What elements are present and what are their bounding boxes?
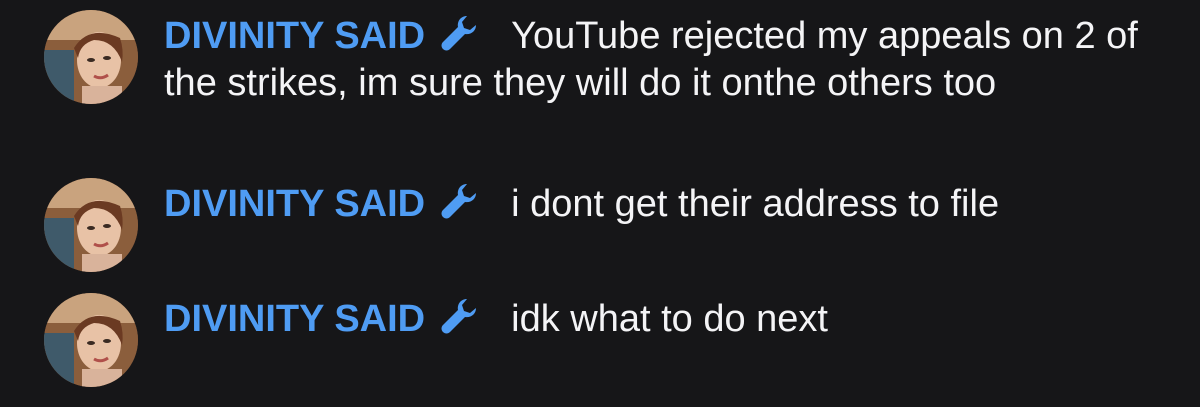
message-author[interactable]: DIVINITY SAID (164, 15, 425, 57)
avatar[interactable] (44, 178, 138, 272)
avatar[interactable] (44, 10, 138, 104)
message-author[interactable]: DIVINITY SAID (164, 298, 425, 340)
avatar-image (44, 10, 138, 104)
avatar-image (44, 293, 138, 387)
wrench-icon (437, 12, 483, 52)
wrench-icon (437, 295, 483, 335)
avatar-image (44, 178, 138, 272)
message-author[interactable]: DIVINITY SAID (164, 183, 425, 225)
message-text: idk what to do next (511, 298, 828, 340)
avatar[interactable] (44, 293, 138, 387)
message-text: i dont get their address to file (511, 183, 1000, 225)
wrench-icon (437, 180, 483, 220)
chat-log: DIVINITY SAID YouTube rejected my appeals… (0, 0, 1200, 407)
